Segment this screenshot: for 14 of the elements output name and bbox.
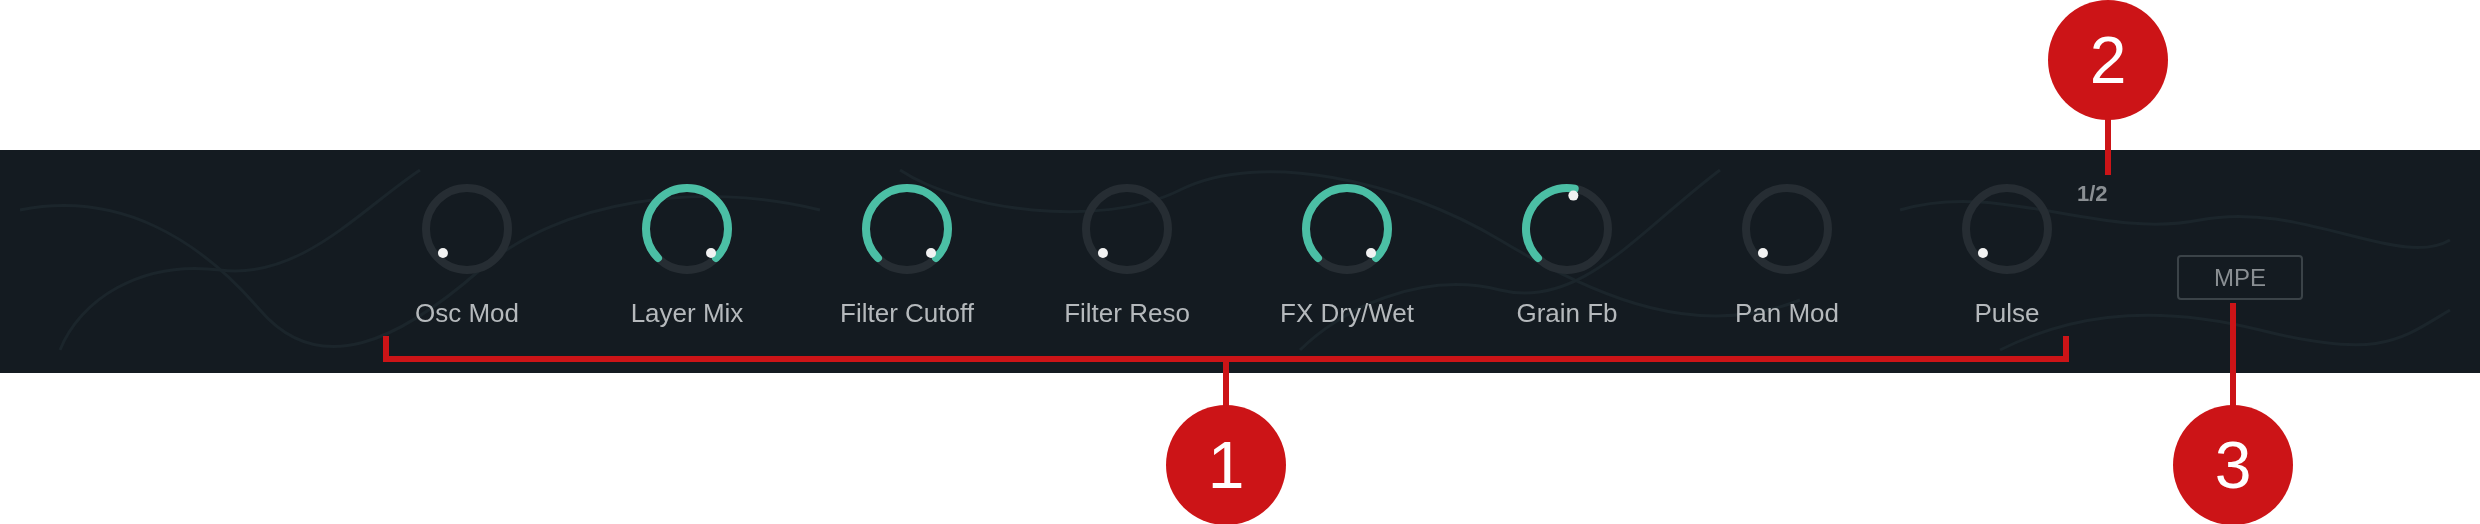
knob-label: Filter Reso (1064, 298, 1190, 328)
leader-line (2105, 119, 2111, 175)
callout-number: 3 (2173, 405, 2293, 524)
knob-label: Pan Mod (1734, 298, 1840, 328)
knob-label: Layer Mix (630, 298, 744, 328)
knob-label: Grain Fb (1516, 298, 1618, 328)
knob-label: FX Dry/Wet (1280, 298, 1414, 328)
mpe-button[interactable]: MPE (2177, 255, 2303, 300)
callout-number: 2 (2048, 0, 2168, 120)
knob-label: Pulse (1974, 298, 2040, 328)
callout-number: 1 (1166, 405, 1286, 524)
knob-label: Osc Mod (415, 298, 519, 328)
page-indicator[interactable]: 1/2 (2077, 179, 2108, 209)
knob-label: Filter Cutoff (840, 298, 974, 328)
